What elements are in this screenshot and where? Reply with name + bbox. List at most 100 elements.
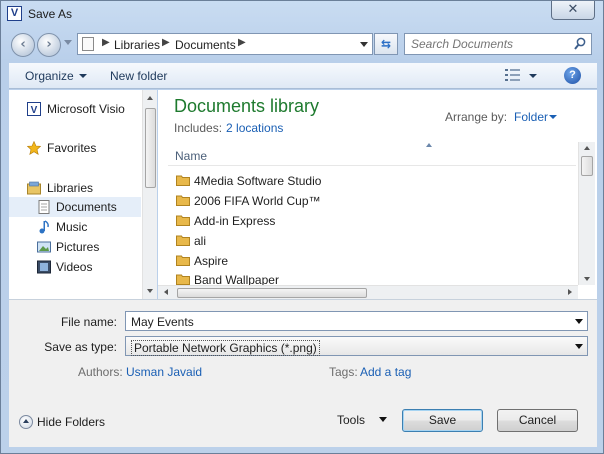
videos-icon [37, 260, 51, 274]
search-box[interactable] [404, 33, 592, 55]
tags-field[interactable]: Add a tag [360, 365, 411, 379]
file-name: 4Media Software Studio [194, 174, 322, 188]
views-icon[interactable] [505, 69, 521, 81]
folder-icon [176, 235, 190, 246]
visio-icon: V [27, 102, 41, 116]
scroll-left-icon[interactable] [164, 289, 168, 295]
scroll-up-icon[interactable] [147, 96, 153, 100]
file-name: Add-in Express [194, 214, 276, 228]
nav-item-pictures[interactable]: Pictures [9, 237, 141, 257]
tools-menu[interactable]: Tools [337, 413, 388, 427]
close-button[interactable]: ✕ [551, 1, 595, 20]
scroll-up-icon[interactable] [584, 146, 590, 150]
address-dropdown-icon[interactable] [360, 42, 368, 47]
nav-item-favorites[interactable]: Favorites [9, 138, 141, 158]
breadcrumb-libraries[interactable]: Libraries [114, 38, 160, 52]
search-icon[interactable] [574, 37, 586, 51]
locations-link[interactable]: 2 locations [226, 121, 283, 135]
visio-app-icon: V [7, 6, 22, 21]
breadcrumb-separator-icon[interactable]: ▶ [162, 37, 170, 48]
folder-icon [176, 215, 190, 226]
arrange-dropdown-icon[interactable] [549, 115, 557, 119]
scroll-down-icon[interactable] [147, 289, 153, 293]
tools-dropdown-icon [379, 417, 388, 422]
includes-label: Includes: [174, 121, 223, 135]
views-dropdown-icon[interactable] [529, 74, 537, 78]
scrollbar-thumb[interactable] [581, 156, 593, 176]
nav-label: Documents [56, 200, 117, 214]
search-input[interactable] [405, 34, 565, 54]
column-header-label: Name [175, 149, 208, 163]
save-as-type-select[interactable]: Portable Network Graphics (*.png) [125, 336, 588, 356]
nav-item-music[interactable]: Music [9, 217, 141, 237]
file-name: ali [194, 234, 207, 248]
hide-folders-label: Hide Folders [37, 415, 106, 429]
save-button[interactable]: Save [402, 409, 483, 432]
nav-label: Microsoft Visio [47, 102, 125, 116]
new-folder-button[interactable]: New folder [110, 69, 167, 83]
file-name-value: May Events [131, 315, 194, 329]
music-icon [39, 220, 49, 234]
arrange-by-label: Arrange by: [445, 110, 508, 124]
list-item[interactable]: ali [168, 231, 576, 251]
file-name-label: File name: [60, 315, 117, 329]
list-item[interactable]: Add-in Express [168, 211, 576, 231]
hide-folders-button[interactable]: Hide Folders [19, 415, 105, 429]
organize-menu[interactable]: Organize [25, 69, 87, 83]
cancel-button[interactable]: Cancel [497, 409, 578, 432]
authors-label: Authors: [78, 365, 123, 379]
nav-pane-scrollbar[interactable] [142, 90, 157, 299]
save-as-type-label: Save as type: [44, 340, 117, 354]
library-title: Documents library [174, 96, 320, 116]
file-name: Band Wallpaper [194, 273, 279, 285]
location-icon [82, 37, 94, 51]
folder-icon [176, 175, 190, 186]
title-bar: V Save As ✕ [1, 1, 603, 27]
breadcrumb-documents[interactable]: Documents [175, 38, 236, 52]
file-list-horizontal-scrollbar[interactable] [158, 285, 578, 299]
scroll-right-icon[interactable] [568, 289, 572, 295]
nav-label: Pictures [56, 240, 100, 254]
recent-pages-dropdown[interactable] [64, 40, 72, 45]
file-list-vertical-scrollbar[interactable] [578, 142, 595, 285]
library-includes: Includes: 2 locations [174, 121, 283, 135]
name-column-header[interactable]: Name [168, 142, 576, 166]
authors-field[interactable]: Usman Javaid [126, 365, 202, 379]
scrollbar-thumb[interactable] [145, 108, 156, 188]
list-item[interactable]: Band Wallpaper [168, 270, 576, 285]
arrange-by-dropdown[interactable]: Folder [514, 110, 548, 124]
breadcrumb-separator-icon[interactable]: ▶ [238, 37, 246, 48]
list-item[interactable]: 2006 FIFA World Cup™ [168, 191, 576, 211]
dialog-title: Save As [28, 7, 73, 21]
save-as-dialog: V Save As ✕ ‹ › ▶ Libraries ▶ Documents … [0, 0, 604, 454]
scroll-down-icon[interactable] [584, 277, 590, 281]
folder-icon [176, 274, 190, 285]
back-button[interactable]: ‹ [11, 33, 35, 57]
save-as-type-dropdown-icon[interactable] [575, 344, 583, 349]
file-name: Aspire [194, 254, 229, 268]
breadcrumb-separator-icon[interactable]: ▶ [102, 37, 110, 48]
folder-icon [176, 195, 190, 206]
nav-item-documents[interactable]: Documents [9, 197, 141, 217]
nav-label: Music [56, 220, 88, 234]
nav-item-videos[interactable]: Videos [9, 257, 141, 277]
file-list-pane: Documents library Includes: 2 locations A… [158, 90, 597, 299]
file-name-field[interactable]: May Events [125, 311, 588, 331]
address-bar[interactable]: ▶ Libraries ▶ Documents ▶ [77, 33, 373, 55]
file-name: 2006 FIFA World Cup™ [194, 194, 321, 208]
folder-icon [176, 255, 190, 266]
tools-label: Tools [337, 413, 366, 427]
svg-text:V: V [31, 105, 38, 116]
list-item[interactable]: 4Media Software Studio [168, 171, 576, 191]
nav-item-libraries[interactable]: Libraries [9, 178, 141, 198]
file-name-dropdown-icon[interactable] [575, 319, 583, 324]
organize-label: Organize [25, 69, 74, 83]
refresh-button[interactable]: ⇆ [374, 33, 398, 55]
scrollbar-thumb[interactable] [177, 288, 367, 298]
libraries-icon [27, 181, 41, 195]
help-icon[interactable]: ? [564, 67, 581, 84]
nav-item-microsoft-visio[interactable]: V Microsoft Visio [9, 99, 141, 119]
pictures-icon [37, 241, 51, 253]
list-item[interactable]: Aspire [168, 251, 576, 271]
forward-button[interactable]: › [37, 33, 61, 57]
